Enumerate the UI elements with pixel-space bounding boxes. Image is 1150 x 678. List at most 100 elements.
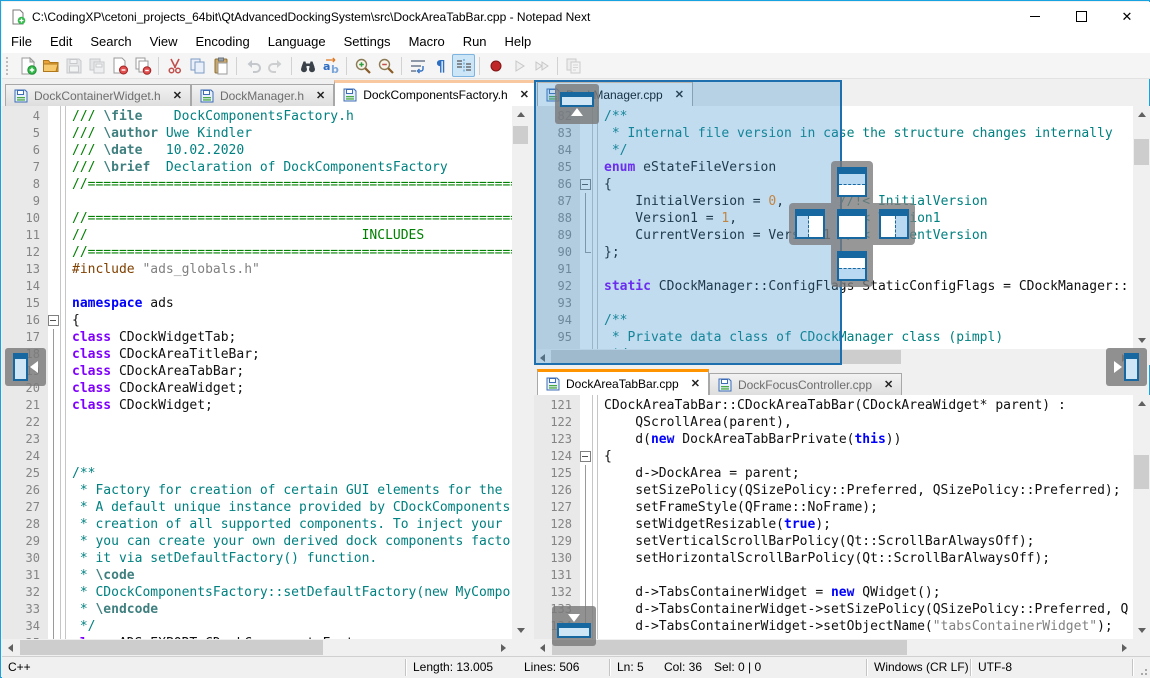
close-file-button[interactable] bbox=[108, 54, 131, 77]
close-icon[interactable]: ✕ bbox=[884, 378, 893, 391]
menu-edit[interactable]: Edit bbox=[41, 31, 81, 53]
scrollbar-thumb[interactable] bbox=[20, 640, 323, 655]
maximize-icon bbox=[1076, 11, 1087, 22]
menu-encoding[interactable]: Encoding bbox=[187, 31, 259, 53]
menu-help[interactable]: Help bbox=[496, 31, 541, 53]
menu-view[interactable]: View bbox=[141, 31, 187, 53]
svg-text:¶: ¶ bbox=[436, 57, 446, 75]
app-icon bbox=[10, 9, 26, 25]
clone-document-button[interactable] bbox=[562, 54, 585, 77]
resize-grip[interactable] bbox=[1137, 665, 1147, 675]
undo-button[interactable] bbox=[241, 54, 264, 77]
zoom-out-button[interactable] bbox=[374, 54, 397, 77]
tab-dockcomponentsfactory-h[interactable]: DockComponentsFactory.h ✕ bbox=[334, 80, 538, 106]
dock-right-edge-indicator[interactable] bbox=[1106, 348, 1147, 386]
close-icon[interactable]: ✕ bbox=[691, 377, 700, 390]
find-button[interactable] bbox=[296, 54, 319, 77]
dock-drop-top[interactable] bbox=[831, 161, 873, 203]
indent-guide-button[interactable] bbox=[452, 54, 475, 77]
code-line: 30 * it via setDefaultFactory() function… bbox=[2, 550, 512, 567]
scroll-down-icon[interactable] bbox=[1133, 622, 1150, 639]
macro-play-button[interactable] bbox=[507, 54, 530, 77]
open-file-button[interactable] bbox=[39, 54, 62, 77]
status-language[interactable]: C++ bbox=[8, 657, 31, 678]
vertical-scrollbar[interactable] bbox=[1133, 395, 1150, 639]
tab-dockmanager-h[interactable]: DockManager.h ✕ bbox=[191, 84, 334, 106]
close-icon[interactable]: ✕ bbox=[316, 89, 325, 102]
dock-drop-right[interactable] bbox=[873, 203, 915, 245]
word-wrap-button[interactable] bbox=[406, 54, 429, 77]
dock-left-edge-indicator[interactable] bbox=[5, 348, 46, 386]
new-file-button[interactable] bbox=[16, 54, 39, 77]
maximize-button[interactable] bbox=[1058, 2, 1104, 31]
code-line: 13#include "ads_globals.h" bbox=[2, 261, 512, 278]
dock-drop-bottom[interactable] bbox=[831, 245, 873, 287]
zoom-in-button[interactable] bbox=[351, 54, 374, 77]
redo-button[interactable] bbox=[264, 54, 287, 77]
menu-run[interactable]: Run bbox=[454, 31, 496, 53]
macro-run-multiple-button[interactable] bbox=[530, 54, 553, 77]
toolbar-separator bbox=[479, 57, 480, 75]
scroll-down-icon[interactable] bbox=[1133, 332, 1150, 349]
menu-settings[interactable]: Settings bbox=[335, 31, 400, 53]
editor-dockcomponentsfactory[interactable]: 4/// \file DockComponentsFactory.h5/// \… bbox=[2, 106, 512, 639]
save-icon bbox=[546, 377, 560, 391]
close-file-icon bbox=[111, 57, 129, 75]
word-wrap-icon bbox=[409, 57, 427, 75]
scroll-left-icon[interactable] bbox=[534, 639, 551, 656]
menu-language[interactable]: Language bbox=[259, 31, 335, 53]
save-button[interactable] bbox=[62, 54, 85, 77]
horizontal-scrollbar[interactable] bbox=[534, 639, 1133, 656]
show-all-characters-button[interactable]: ¶ bbox=[429, 54, 452, 77]
dock-drop-left[interactable] bbox=[789, 203, 831, 245]
vertical-scrollbar[interactable] bbox=[1133, 106, 1150, 349]
scrollbar-corner bbox=[512, 639, 529, 656]
toolbar-grip[interactable] bbox=[6, 57, 11, 75]
dock-drop-center[interactable] bbox=[831, 203, 873, 245]
arrow-up-icon bbox=[571, 108, 583, 116]
close-icon[interactable]: ✕ bbox=[173, 89, 182, 102]
horizontal-scrollbar[interactable] bbox=[2, 639, 512, 656]
clone-document-icon bbox=[565, 57, 583, 75]
tab-dockfocuscontroller-cpp[interactable]: DockFocusController.cpp ✕ bbox=[709, 373, 902, 395]
scrollbar-thumb[interactable] bbox=[552, 640, 907, 655]
code-line: 11// INCLUDES bbox=[2, 227, 512, 244]
arrow-down-icon bbox=[568, 614, 580, 622]
scroll-up-icon[interactable] bbox=[1133, 106, 1150, 123]
scroll-up-icon[interactable] bbox=[1133, 395, 1150, 412]
menu-macro[interactable]: Macro bbox=[400, 31, 454, 53]
close-all-button[interactable] bbox=[131, 54, 154, 77]
save-all-icon bbox=[88, 57, 106, 75]
status-encoding[interactable]: UTF-8 bbox=[978, 657, 1012, 678]
scroll-right-icon[interactable] bbox=[495, 639, 512, 656]
status-bar: C++ Length: 13.005 Lines: 506 Ln: 5 Col:… bbox=[2, 656, 1150, 678]
scroll-up-icon[interactable] bbox=[512, 106, 529, 123]
tab-dockareatabbar-cpp[interactable]: DockAreaTabBar.cpp ✕ bbox=[537, 369, 709, 395]
editor-dockareatabbar[interactable]: 121CDockAreaTabBar::CDockAreaTabBar(CDoc… bbox=[534, 395, 1133, 639]
close-button[interactable]: ✕ bbox=[1104, 2, 1150, 31]
menu-search[interactable]: Search bbox=[81, 31, 140, 53]
tab-dockcontainerwidget-h[interactable]: DockContainerWidget.h ✕ bbox=[5, 84, 191, 106]
vertical-scrollbar[interactable] bbox=[512, 106, 529, 639]
macro-record-button[interactable] bbox=[484, 54, 507, 77]
paste-button[interactable] bbox=[209, 54, 232, 77]
replace-button[interactable]: ab bbox=[319, 54, 342, 77]
menu-file[interactable]: File bbox=[2, 31, 41, 53]
scrollbar-thumb[interactable] bbox=[513, 126, 528, 144]
status-eol[interactable]: Windows (CR LF) bbox=[874, 657, 969, 678]
scroll-left-icon[interactable] bbox=[2, 639, 19, 656]
minimize-button[interactable] bbox=[1012, 2, 1058, 31]
toolbar: ab ¶ bbox=[2, 53, 1150, 79]
close-icon[interactable]: ✕ bbox=[520, 88, 529, 101]
scrollbar-thumb[interactable] bbox=[1134, 455, 1149, 489]
dock-bottom-edge-indicator[interactable] bbox=[552, 606, 596, 646]
scroll-right-icon[interactable] bbox=[1116, 639, 1133, 656]
copy-button[interactable] bbox=[186, 54, 209, 77]
cut-button[interactable] bbox=[163, 54, 186, 77]
scrollbar-thumb[interactable] bbox=[1134, 139, 1149, 165]
toolbar-separator bbox=[291, 57, 292, 75]
toolbar-separator bbox=[557, 57, 558, 75]
scroll-down-icon[interactable] bbox=[512, 622, 529, 639]
dock-top-edge-indicator[interactable] bbox=[555, 84, 599, 124]
save-all-button[interactable] bbox=[85, 54, 108, 77]
